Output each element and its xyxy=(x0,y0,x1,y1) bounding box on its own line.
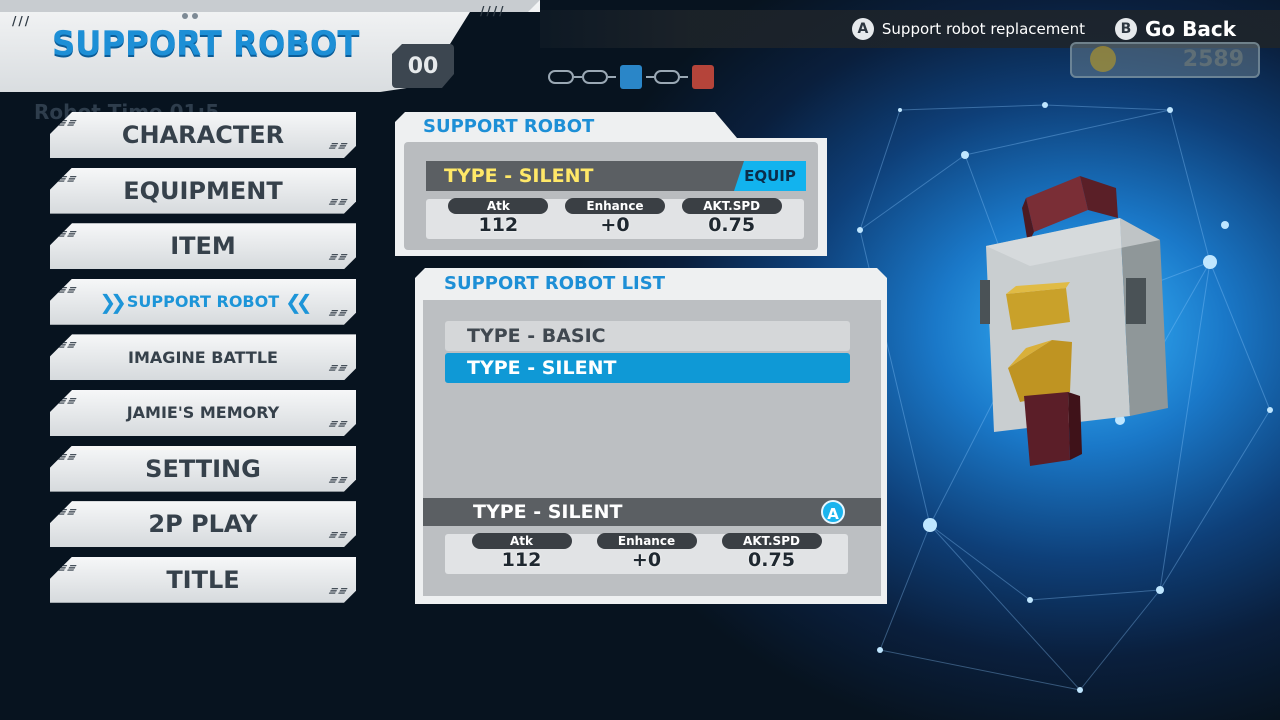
decor-stripes: ≡≡ xyxy=(326,530,352,542)
chevron-left-icon: ❮❮ xyxy=(285,289,312,314)
menu-item-equipment[interactable]: ≡≡ EQUIPMENT ≡≡ xyxy=(50,167,356,214)
progress-node xyxy=(548,70,574,84)
menu-item-label: SETTING xyxy=(145,454,261,483)
menu-item-imagine-battle[interactable]: ≡≡ IMAGINE BATTLE ≡≡ xyxy=(50,334,356,381)
decor-stripes: ≡≡ xyxy=(54,229,80,241)
decor-stripes: ≡≡ xyxy=(326,196,352,208)
main-menu: ≡≡ CHARACTER ≡≡ ≡≡ EQUIPMENT ≡≡ ≡≡ ITEM … xyxy=(50,112,360,612)
stat-value: 112 xyxy=(501,549,542,571)
menu-item-setting[interactable]: ≡≡ SETTING ≡≡ xyxy=(50,445,356,492)
decor-stripes: ≡≡ xyxy=(54,118,80,129)
decor-stripes: ≡≡ xyxy=(326,307,352,319)
menu-item-jamies-memory[interactable]: ≡≡ JAMIE'S MEMORY ≡≡ xyxy=(50,389,356,436)
decor-stripes: ≡≡ xyxy=(326,474,352,486)
decor-dots xyxy=(182,4,212,19)
menu-item-title[interactable]: ≡≡ TITLE ≡≡ xyxy=(50,556,356,603)
stat-akt-spd: AKT.SPD 0.75 xyxy=(721,533,822,574)
decor-stripes: ≡≡ xyxy=(54,340,80,352)
decor-stripes: ≡≡ xyxy=(326,252,352,264)
progress-line xyxy=(608,76,616,78)
decor-stripes: ≡≡ xyxy=(326,141,352,152)
menu-item-2p-play[interactable]: ≡≡ 2P PLAY ≡≡ xyxy=(50,501,356,548)
stat-akt-spd: AKT.SPD 0.75 xyxy=(681,198,782,239)
decor-stripes: //// xyxy=(480,4,506,18)
menu-item-item[interactable]: ≡≡ ITEM ≡≡ xyxy=(50,223,356,270)
decor-stripes: ≡≡ xyxy=(54,451,80,463)
selected-robot-bar: TYPE - SILENT xyxy=(423,498,881,526)
blue-robot-icon xyxy=(620,65,642,89)
progress-node xyxy=(582,70,608,84)
decor-stripes: ≡≡ xyxy=(54,395,80,407)
robot-preview xyxy=(980,176,1168,466)
page-title: SUPPORT ROBOT xyxy=(52,24,360,64)
stat-value: +0 xyxy=(600,214,630,236)
stat-label: Enhance xyxy=(596,533,697,549)
robot-list-item-silent[interactable]: TYPE - SILENT xyxy=(445,353,850,383)
red-robot-icon xyxy=(692,65,714,89)
selected-robot-stats: Atk 112 Enhance +0 AKT.SPD 0.75 xyxy=(445,533,848,574)
menu-item-label: IMAGINE BATTLE xyxy=(128,347,278,367)
support-robot-heading: SUPPORT ROBOT xyxy=(423,116,595,137)
decor-stripes: /// xyxy=(12,14,32,28)
menu-item-label: EQUIPMENT xyxy=(123,176,283,205)
stat-value: +0 xyxy=(631,549,662,571)
decor-stripes: ≡≡ xyxy=(326,585,352,597)
menu-item-label: TITLE xyxy=(166,565,240,594)
stat-enhance: Enhance +0 xyxy=(596,533,697,574)
menu-item-character[interactable]: ≡≡ CHARACTER ≡≡ xyxy=(50,112,356,158)
title-top-strip xyxy=(0,0,540,12)
stat-enhance: Enhance +0 xyxy=(564,198,665,239)
stat-value: 0.75 xyxy=(708,214,756,236)
replace-hint-label: Support robot replacement xyxy=(881,20,1085,38)
stat-atk: Atk 112 xyxy=(471,533,572,574)
b-button-icon: B xyxy=(1114,18,1137,40)
equipped-stats: Atk 112 Enhance +0 AKT.SPD 0.75 xyxy=(426,198,804,239)
menu-item-label: JAMIE'S MEMORY xyxy=(126,403,280,423)
progress-line xyxy=(574,76,582,78)
decor-stripes: ≡≡ xyxy=(54,173,80,185)
robot-list-heading: SUPPORT ROBOT LIST xyxy=(444,273,666,294)
stat-label: Atk xyxy=(448,198,549,214)
go-back-label: Go Back xyxy=(1144,17,1236,41)
decor-stripes: ≡≡ xyxy=(326,363,352,375)
decor-stripes: ≡≡ xyxy=(54,507,80,519)
menu-item-label: CHARACTER xyxy=(121,121,285,149)
progress-line xyxy=(680,76,688,78)
menu-item-label: 2P PLAY xyxy=(148,510,258,539)
replace-hint[interactable]: A Support robot replacement xyxy=(851,18,1085,40)
menu-item-support-robot[interactable]: ≡≡ ❯❯ SUPPORT ROBOT ❮❮ ≡≡ xyxy=(50,278,356,325)
stat-label: AKT.SPD xyxy=(681,198,782,214)
decor-stripes: ≡≡ xyxy=(326,418,352,430)
menu-item-label: ITEM xyxy=(170,232,236,261)
decor-stripes: ≡≡ xyxy=(54,284,80,296)
coin-icon xyxy=(1090,46,1116,72)
progress-line xyxy=(646,76,654,78)
a-button-icon[interactable]: A xyxy=(821,500,845,524)
robot-list-item-basic[interactable]: TYPE - BASIC xyxy=(445,321,850,351)
stat-value: 0.75 xyxy=(748,549,795,571)
stat-atk: Atk 112 xyxy=(448,198,549,239)
go-back-hint[interactable]: B Go Back xyxy=(1114,17,1236,41)
chevron-right-icon: ❯❯ xyxy=(99,289,126,314)
stat-label: Enhance xyxy=(564,198,665,214)
stat-label: Atk xyxy=(471,533,572,549)
progress-node xyxy=(654,70,680,84)
stat-label: AKT.SPD xyxy=(721,533,822,549)
stat-value: 112 xyxy=(478,214,519,236)
title-badge: 00 xyxy=(392,44,454,88)
equip-tag: EQUIP xyxy=(734,161,806,191)
decor-stripes: ≡≡ xyxy=(54,562,80,574)
menu-item-label: SUPPORT ROBOT xyxy=(126,292,280,312)
stage-progress xyxy=(548,62,718,92)
a-button-icon: A xyxy=(851,18,874,40)
